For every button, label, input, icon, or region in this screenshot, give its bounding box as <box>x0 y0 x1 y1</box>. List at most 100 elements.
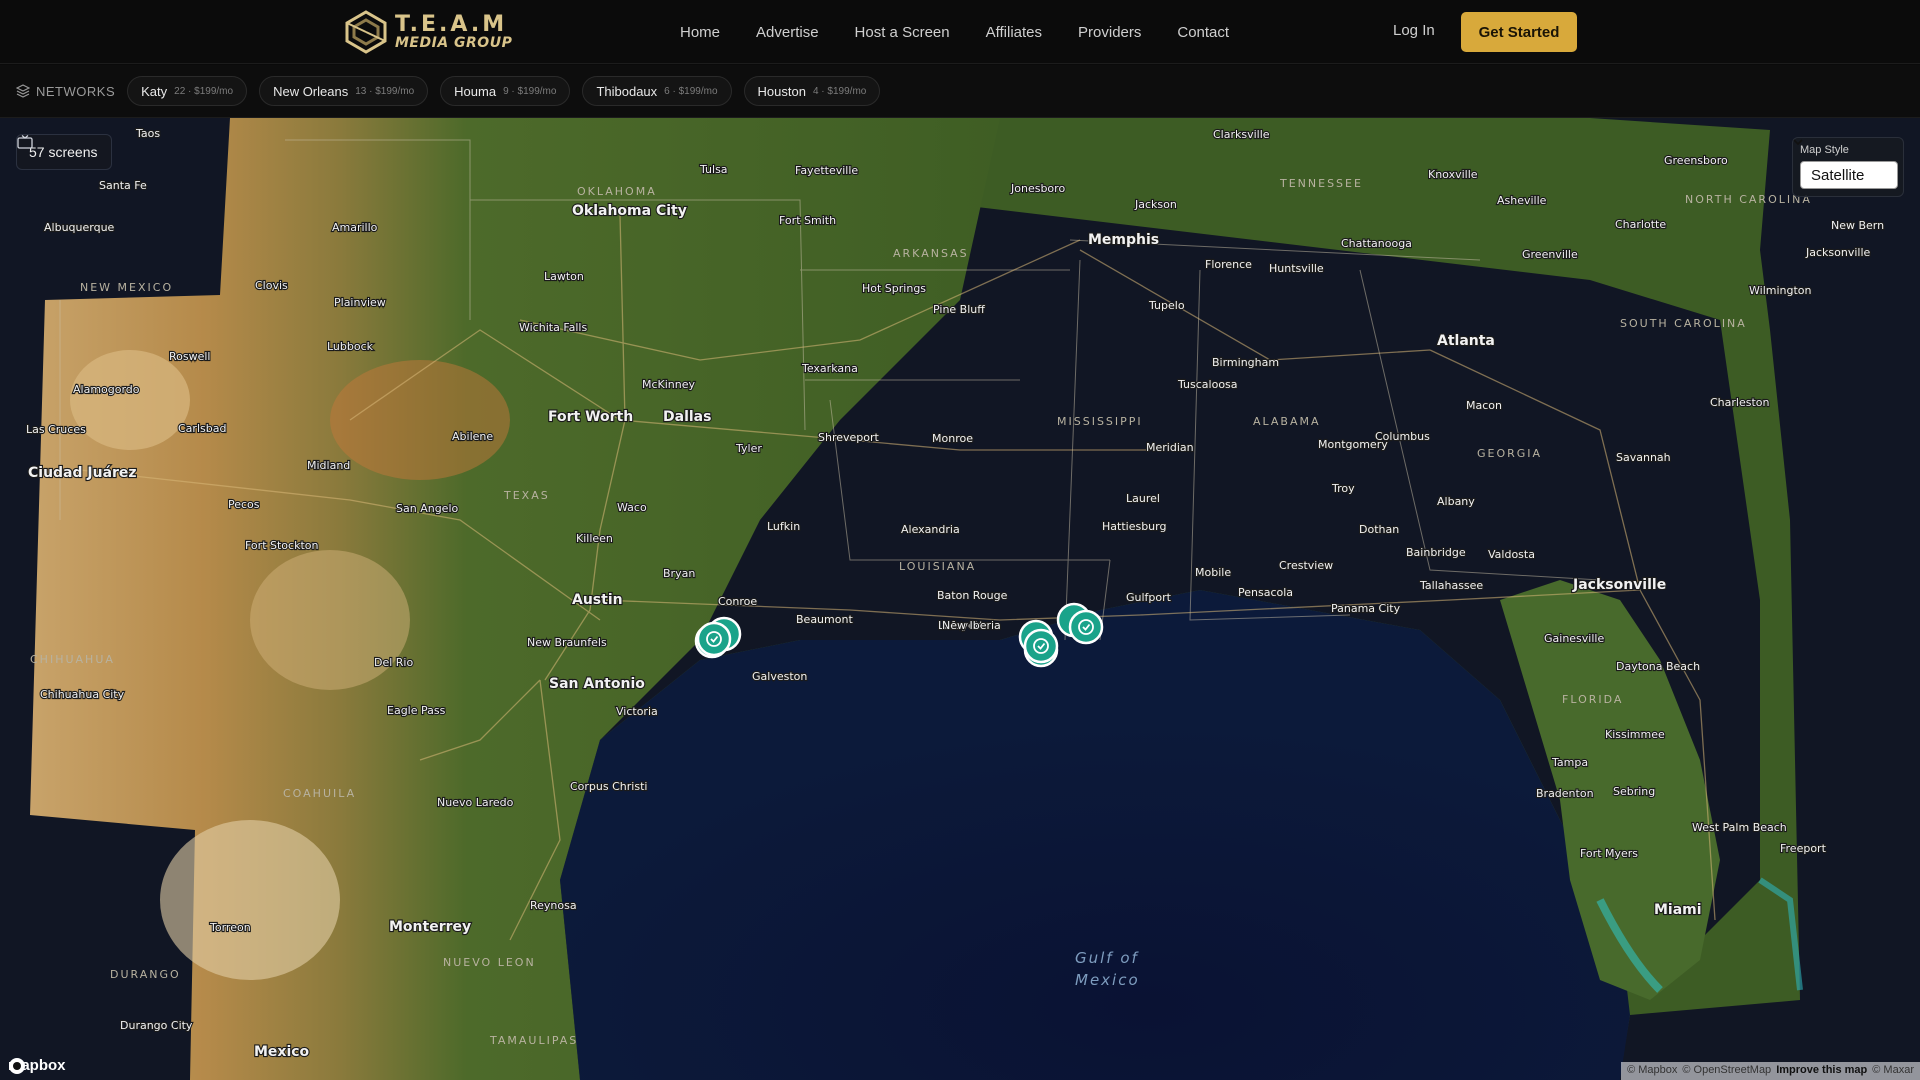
map-city-texarkana: Texarkana <box>801 362 858 375</box>
map-city-clovis: Clovis <box>255 279 288 292</box>
nav-advertise[interactable]: Advertise <box>756 24 819 41</box>
map-city-galveston: Galveston <box>752 670 807 683</box>
attribution-maxar[interactable]: © Maxar <box>1872 1064 1914 1078</box>
nav-affiliates[interactable]: Affiliates <box>986 24 1042 41</box>
mapbox-icon <box>9 1058 25 1074</box>
screens-count-text: 57 screens <box>29 144 98 160</box>
map-city-beaumont: Beaumont <box>796 613 853 626</box>
map-label-mexico: Mexico <box>254 1044 310 1060</box>
map-city-jonesboro: Jonesboro <box>1010 182 1065 195</box>
map-city-san-angelo: San Angelo <box>396 502 458 515</box>
map-city-greenville: Greenville <box>1522 248 1578 261</box>
map-state-nuevo-leon: NUEVO LEON <box>443 956 536 969</box>
map-city-birmingham: Birmingham <box>1212 356 1279 369</box>
map-city-greensboro: Greensboro <box>1664 154 1728 167</box>
map-city-fort-stockton: Fort Stockton <box>245 539 318 552</box>
map-style-value: Satellite <box>1811 166 1865 184</box>
network-chip-houma[interactable]: Houma 9 · $199/mo <box>440 76 571 106</box>
improve-map-link[interactable]: Improve this map <box>1776 1064 1867 1078</box>
map-label-atlanta: Atlanta <box>1437 333 1495 349</box>
network-chip-name: Houston <box>757 83 806 99</box>
map-city-wilmington: Wilmington <box>1749 284 1812 297</box>
nav-providers[interactable]: Providers <box>1078 24 1141 41</box>
nav-home[interactable]: Home <box>680 24 720 41</box>
map-label-dallas: Dallas <box>663 409 711 425</box>
map-state-alabama: ALABAMA <box>1253 415 1321 428</box>
brand-subtitle: MEDIA GROUP <box>395 35 513 51</box>
map-label-miami: Miami <box>1654 902 1702 918</box>
map-city-new-bern: New Bern <box>1831 219 1884 232</box>
brand-logo[interactable]: T.E.A.M MEDIA GROUP <box>343 10 512 54</box>
map-city-las-cruces: Las Cruces <box>26 423 86 436</box>
attribution-osm[interactable]: © OpenStreetMap <box>1682 1064 1771 1078</box>
map-city-torreon: Torreon <box>209 921 251 934</box>
map-city-bradenton: Bradenton <box>1536 787 1594 800</box>
layers-icon <box>16 84 30 98</box>
map-label-oklahoma-city: Oklahoma City <box>572 203 687 219</box>
map-city-pecos: Pecos <box>228 498 260 511</box>
map-city-mckinney: McKinney <box>642 378 696 391</box>
map-city-troy: Troy <box>1331 482 1355 495</box>
map-state-durango: DURANGO <box>110 968 181 981</box>
map-city-tyler: Tyler <box>735 442 762 455</box>
network-chip-thibodaux[interactable]: Thibodaux 6 · $199/mo <box>582 76 732 106</box>
map-city-chihuahua-city: Chihuahua City <box>40 688 125 701</box>
map-label-san-antonio: San Antonio <box>549 676 645 692</box>
map-city-gainesville: Gainesville <box>1544 632 1604 645</box>
map-city-killeen: Killeen <box>576 532 613 545</box>
map-state-florida: FLORIDA <box>1562 693 1623 706</box>
map-state-coahuila: COAHUILA <box>283 787 356 800</box>
team-logo-icon <box>345 10 387 54</box>
map-city-alexandria: Alexandria <box>901 523 960 536</box>
network-chip-meta: 6 · $199/mo <box>664 85 718 97</box>
map-canvas[interactable]: Fort Worth Dallas Memphis Atlanta Austin… <box>0 118 1920 1080</box>
chevron-down-icon <box>1793 139 1803 146</box>
mapbox-logo[interactable]: mapbox <box>8 1057 66 1074</box>
networks-bar: NETWORKS Katy 22 · $199/mo New Orleans 1… <box>0 65 1920 118</box>
map-style-select[interactable]: Satellite <box>1793 139 1898 189</box>
network-chip-meta: 13 · $199/mo <box>355 85 415 97</box>
get-started-button[interactable]: Get Started <box>1461 12 1577 52</box>
map-city-charleston: Charleston <box>1710 396 1770 409</box>
map-state-georgia: GEORGIA <box>1477 447 1542 460</box>
map-city-lawton: Lawton <box>544 270 584 283</box>
map-city-albuquerque: Albuquerque <box>44 221 115 234</box>
nav-host-a-screen[interactable]: Host a Screen <box>855 24 950 41</box>
map-city-hattiesburg: Hattiesburg <box>1102 520 1166 533</box>
map-city-freeport: Freeport <box>1780 842 1827 855</box>
map-city-meridian: Meridian <box>1146 441 1194 454</box>
map-city-macon: Macon <box>1466 399 1502 412</box>
map-city-hot-springs: Hot Springs <box>862 282 926 295</box>
map-city-new-braunfels: New Braunfels <box>527 636 607 649</box>
map-city-jacksonville-nc: Jacksonville <box>1805 246 1871 259</box>
login-link[interactable]: Log In <box>1393 22 1435 39</box>
attribution-mapbox[interactable]: © Mapbox <box>1627 1064 1677 1078</box>
map-city-reynosa: Reynosa <box>530 899 577 912</box>
map-city-alamogordo: Alamogordo <box>73 383 140 396</box>
network-chip-new-orleans[interactable]: New Orleans 13 · $199/mo <box>259 76 429 106</box>
map-city-waco: Waco <box>617 501 647 514</box>
map-city-fort-smith: Fort Smith <box>779 214 836 227</box>
network-chip-katy[interactable]: Katy 22 · $199/mo <box>127 76 248 106</box>
map-city-panama-city: Panama City <box>1331 602 1401 615</box>
map-city-west-palm-beach: West Palm Beach <box>1692 821 1787 834</box>
map-state-louisiana: LOUISIANA <box>899 560 976 573</box>
map-city-nuevo-laredo: Nuevo Laredo <box>437 796 514 809</box>
network-chip-houston[interactable]: Houston 4 · $199/mo <box>743 76 881 106</box>
satellite-map[interactable]: Fort Worth Dallas Memphis Atlanta Austin… <box>0 118 1920 1080</box>
map-city-fort-myers: Fort Myers <box>1580 847 1638 860</box>
map-city-knoxville: Knoxville <box>1428 168 1478 181</box>
map-city-eagle-pass: Eagle Pass <box>387 704 446 717</box>
map-city-chattanooga: Chattanooga <box>1341 237 1412 250</box>
map-city-savannah: Savannah <box>1616 451 1671 464</box>
map-state-tennessee: TENNESSEE <box>1279 177 1363 190</box>
map-city-abilene: Abilene <box>452 430 493 443</box>
map-city-tupelo: Tupelo <box>1148 299 1185 312</box>
map-city-lufkin: Lufkin <box>767 520 800 533</box>
network-chip-name: Katy <box>141 83 168 99</box>
map-city-sebring: Sebring <box>1613 785 1655 798</box>
nav-contact[interactable]: Contact <box>1177 24 1229 41</box>
map-state-arkansas: ARKANSAS <box>893 247 969 260</box>
map-city-taos: Taos <box>135 127 160 140</box>
map-city-tulsa: Tulsa <box>699 163 728 176</box>
